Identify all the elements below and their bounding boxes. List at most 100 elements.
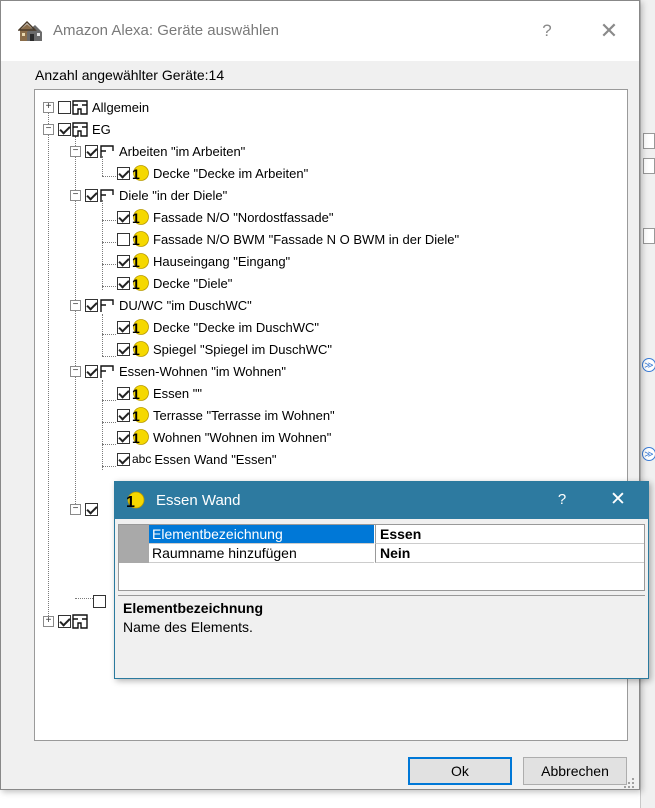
collapse-icon[interactable]: − — [70, 503, 81, 515]
svg-text:1: 1 — [132, 342, 140, 357]
svg-text:1: 1 — [132, 276, 140, 291]
checkbox[interactable] — [117, 232, 130, 246]
light-icon: 1 — [131, 275, 149, 291]
tree-item-device[interactable]: abc Essen Wand "Essen" — [117, 449, 277, 469]
checkbox[interactable] — [117, 342, 130, 356]
tree-item-device[interactable]: 1 Decke "Decke im DuschWC" — [117, 317, 319, 337]
property-value[interactable]: Essen — [375, 525, 644, 544]
tree-item-device[interactable]: 1 Decke "Decke im Arbeiten" — [117, 163, 308, 183]
checkbox[interactable] — [85, 144, 98, 158]
checkbox[interactable] — [85, 502, 98, 516]
checkbox[interactable] — [117, 166, 130, 180]
checkbox[interactable] — [117, 210, 130, 224]
checkbox[interactable] — [58, 122, 71, 136]
tree-item-label: Decke "Decke im Arbeiten" — [153, 165, 309, 181]
properties-title: Essen Wand — [156, 492, 241, 509]
tree-item-device[interactable]: 1 Wohnen "Wohnen im Wohnen" — [117, 427, 331, 447]
checkbox[interactable] — [85, 298, 98, 312]
tree-item-device[interactable] — [93, 591, 107, 611]
tree-item-device[interactable]: 1 Terrasse "Terrasse im Wohnen" — [117, 405, 335, 425]
checkbox[interactable] — [93, 594, 106, 608]
light-icon: 1 — [131, 165, 149, 181]
tree-item-room[interactable]: − Essen-Wohnen "im Wohnen" — [70, 361, 286, 381]
chevron-down-icon[interactable]: ≫ — [642, 358, 655, 372]
tree-connector — [75, 598, 93, 599]
property-row-margin — [119, 525, 149, 544]
tree-connector — [102, 286, 116, 287]
checkbox[interactable] — [117, 452, 130, 466]
collapse-icon[interactable]: − — [70, 299, 81, 311]
tree-connector — [102, 466, 116, 467]
collapse-icon[interactable]: − — [70, 189, 81, 201]
tree-connector — [102, 444, 116, 445]
close-button[interactable]: ✕ — [595, 17, 623, 45]
property-name[interactable]: Elementbezeichnung — [149, 525, 374, 544]
tree-item-label: Diele "in der Diele" — [119, 187, 228, 203]
room-icon — [99, 188, 115, 203]
expand-icon[interactable]: + — [43, 615, 54, 627]
checkbox[interactable] — [58, 614, 71, 628]
collapse-icon[interactable]: − — [43, 123, 54, 135]
tree-connector — [48, 107, 49, 626]
tree-connector — [102, 334, 116, 335]
tree-connector — [102, 380, 103, 470]
tree-item-label: Arbeiten "im Arbeiten" — [119, 143, 246, 159]
collapse-icon[interactable]: − — [70, 365, 81, 377]
background-app-control — [643, 158, 655, 174]
checkbox[interactable] — [85, 188, 98, 202]
tree-item-room[interactable]: − Arbeiten "im Arbeiten" — [70, 141, 245, 161]
tree-item-room[interactable]: − DU/WC "im DuschWC" — [70, 295, 252, 315]
tree-connector — [102, 400, 116, 401]
chevron-down-icon[interactable]: ≫ — [642, 447, 655, 461]
resize-grip-icon[interactable] — [623, 777, 635, 789]
tree-item-device[interactable]: 1 Fassade N/O BWM "Fassade N O BWM in de… — [117, 229, 459, 249]
light-icon: 1 — [125, 491, 145, 511]
background-app-panel — [640, 0, 655, 808]
property-value[interactable]: Nein — [375, 544, 644, 563]
tree-item-label: Fassade N/O "Nordostfassade" — [153, 209, 334, 225]
checkbox[interactable] — [117, 408, 130, 422]
property-name[interactable]: Raumname hinzufügen — [149, 544, 374, 563]
help-button[interactable]: ? — [535, 17, 559, 45]
svg-text:1: 1 — [132, 210, 140, 225]
checkbox[interactable] — [117, 276, 130, 290]
building-icon — [72, 613, 88, 629]
tree-item-room[interactable]: − Diele "in der Diele" — [70, 185, 227, 205]
tree-connector — [102, 356, 116, 357]
svg-text:1: 1 — [132, 232, 140, 247]
property-row[interactable]: Elementbezeichnung Essen — [119, 525, 644, 544]
checkbox[interactable] — [58, 100, 71, 114]
close-button[interactable]: ✕ — [606, 488, 630, 512]
collapse-icon[interactable]: − — [70, 145, 81, 157]
checkbox[interactable] — [117, 386, 130, 400]
tree-item-label: Essen-Wohnen "im Wohnen" — [119, 363, 287, 379]
tree-item-device[interactable]: 1 Spiegel "Spiegel im DuschWC" — [117, 339, 332, 359]
tree-item-eg[interactable]: − EG — [43, 119, 111, 139]
tree-item-allgemein[interactable]: + Allgemein — [43, 97, 149, 117]
checkbox[interactable] — [85, 364, 98, 378]
ok-button[interactable]: Ok — [408, 757, 512, 785]
expand-icon[interactable]: + — [43, 101, 54, 113]
checkbox[interactable] — [117, 254, 130, 268]
tree-item-device[interactable]: 1 Essen "" — [117, 383, 202, 403]
checkbox[interactable] — [117, 320, 130, 334]
tree-item-label: Decke "Diele" — [153, 275, 233, 291]
property-grid[interactable]: Elementbezeichnung Essen Raumname hinzuf… — [118, 524, 645, 591]
svg-text:1: 1 — [132, 254, 140, 269]
checkbox[interactable] — [117, 430, 130, 444]
tree-item-device[interactable]: 1 Fassade N/O "Nordostfassade" — [117, 207, 333, 227]
help-button[interactable]: ? — [552, 489, 572, 511]
tree-item-label: Hauseingang "Eingang" — [153, 253, 291, 269]
properties-titlebar: 1 Essen Wand ? ✕ — [115, 482, 648, 519]
tree-item-label: Allgemein — [92, 99, 150, 115]
tree-item-label: Wohnen "Wohnen im Wohnen" — [153, 429, 332, 445]
cancel-button[interactable]: Abbrechen — [523, 757, 627, 785]
tree-item-device[interactable]: 1 Decke "Diele" — [117, 273, 232, 293]
description-text: Name des Elements. — [123, 619, 253, 635]
tree-item-device[interactable]: 1 Hauseingang "Eingang" — [117, 251, 290, 271]
property-row[interactable]: Raumname hinzufügen Nein — [119, 544, 644, 563]
room-icon — [99, 364, 115, 379]
svg-text:1: 1 — [132, 430, 140, 445]
tree-item-floor[interactable]: + — [43, 611, 92, 631]
tree-item-room[interactable]: − — [70, 499, 99, 519]
